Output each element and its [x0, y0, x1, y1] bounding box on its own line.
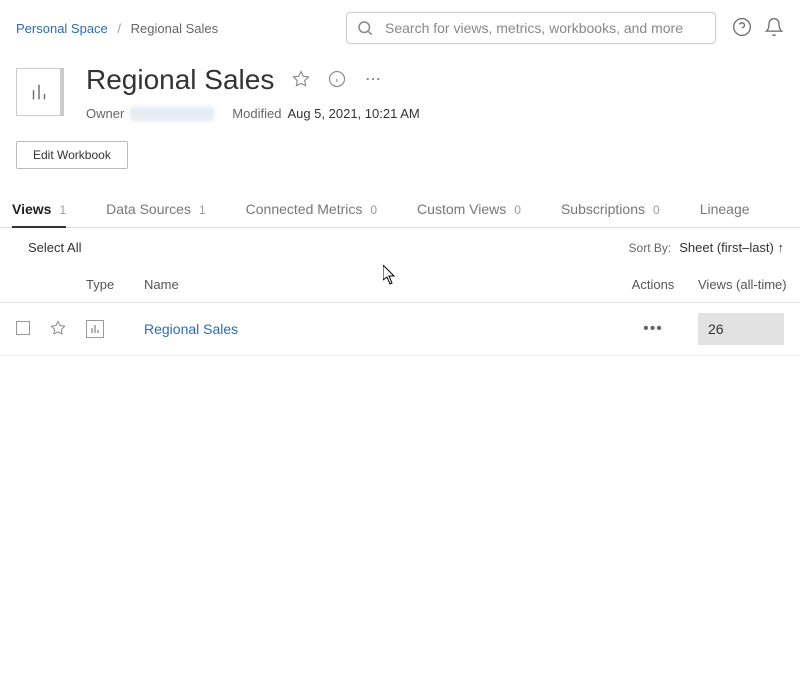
tab-count: 1 — [199, 203, 206, 217]
tab-data-sources[interactable]: Data Sources 1 — [106, 191, 206, 227]
table-header: Type Name Actions Views (all-time) — [0, 267, 800, 303]
search-input[interactable] — [346, 12, 716, 44]
tabs: Views 1 Data Sources 1 Connected Metrics… — [0, 191, 800, 228]
more-actions-icon[interactable] — [364, 70, 382, 91]
tab-count: 0 — [514, 203, 521, 217]
page-title: Regional Sales — [86, 64, 274, 96]
select-all-button[interactable]: Select All — [16, 236, 93, 259]
column-views[interactable]: Views (all-time) — [692, 277, 784, 292]
row-star-icon[interactable] — [50, 324, 66, 339]
search-container — [346, 12, 716, 44]
top-icons — [732, 17, 784, 40]
tab-label: Connected Metrics — [246, 201, 363, 217]
title-row: Regional Sales — [86, 64, 784, 96]
row-name-link[interactable]: Regional Sales — [144, 321, 238, 337]
meta-row: Owner Modified Aug 5, 2021, 10:21 AM — [86, 106, 784, 121]
header-main: Regional Sales Owner Modified Aug 5, 202… — [86, 64, 784, 121]
list-toolbar: Select All Sort By: Sheet (first–last) ↑ — [0, 228, 800, 267]
top-bar: Personal Space / Regional Sales — [0, 0, 800, 56]
help-icon[interactable] — [732, 17, 752, 40]
tab-connected-metrics[interactable]: Connected Metrics 0 — [246, 191, 377, 227]
owner-value-redacted — [130, 107, 214, 121]
column-type[interactable]: Type — [86, 277, 144, 292]
workbook-thumbnail — [16, 68, 64, 116]
owner-label: Owner — [86, 106, 124, 121]
breadcrumb-parent-link[interactable]: Personal Space — [16, 21, 108, 36]
tab-label: Data Sources — [106, 201, 191, 217]
sort-by-label: Sort By: — [629, 241, 672, 255]
info-icon[interactable] — [328, 70, 346, 91]
tab-subscriptions[interactable]: Subscriptions 0 — [561, 191, 660, 227]
tab-label: Views — [12, 201, 51, 217]
breadcrumb-current: Regional Sales — [131, 21, 218, 36]
edit-button-row: Edit Workbook — [0, 141, 800, 191]
notifications-icon[interactable] — [764, 17, 784, 40]
favorite-star-icon[interactable] — [292, 70, 310, 91]
tab-label: Custom Views — [417, 201, 506, 217]
tab-lineage[interactable]: Lineage — [700, 191, 750, 227]
row-views-value: 26 — [698, 313, 784, 345]
tab-count: 0 — [653, 203, 660, 217]
header-area: Regional Sales Owner Modified Aug 5, 202… — [0, 56, 800, 141]
table-row: Regional Sales ••• 26 — [0, 303, 800, 356]
search-icon — [356, 19, 374, 40]
breadcrumb: Personal Space / Regional Sales — [16, 21, 338, 36]
breadcrumb-separator: / — [117, 21, 121, 36]
row-actions-icon[interactable]: ••• — [643, 320, 663, 337]
modified-label: Modified — [232, 106, 281, 121]
tab-count: 1 — [59, 203, 66, 217]
column-actions: Actions — [614, 277, 692, 292]
row-checkbox[interactable] — [16, 321, 30, 335]
tab-label: Subscriptions — [561, 201, 645, 217]
tab-label: Lineage — [700, 201, 750, 217]
tab-count: 0 — [370, 203, 377, 217]
column-name[interactable]: Name — [144, 277, 614, 292]
tab-custom-views[interactable]: Custom Views 0 — [417, 191, 521, 227]
row-type-icon — [86, 320, 104, 338]
edit-workbook-button[interactable]: Edit Workbook — [16, 141, 128, 169]
tab-views[interactable]: Views 1 — [12, 191, 66, 227]
sort-select[interactable]: Sheet (first–last) ↑ — [679, 240, 784, 255]
modified-value: Aug 5, 2021, 10:21 AM — [287, 106, 419, 121]
